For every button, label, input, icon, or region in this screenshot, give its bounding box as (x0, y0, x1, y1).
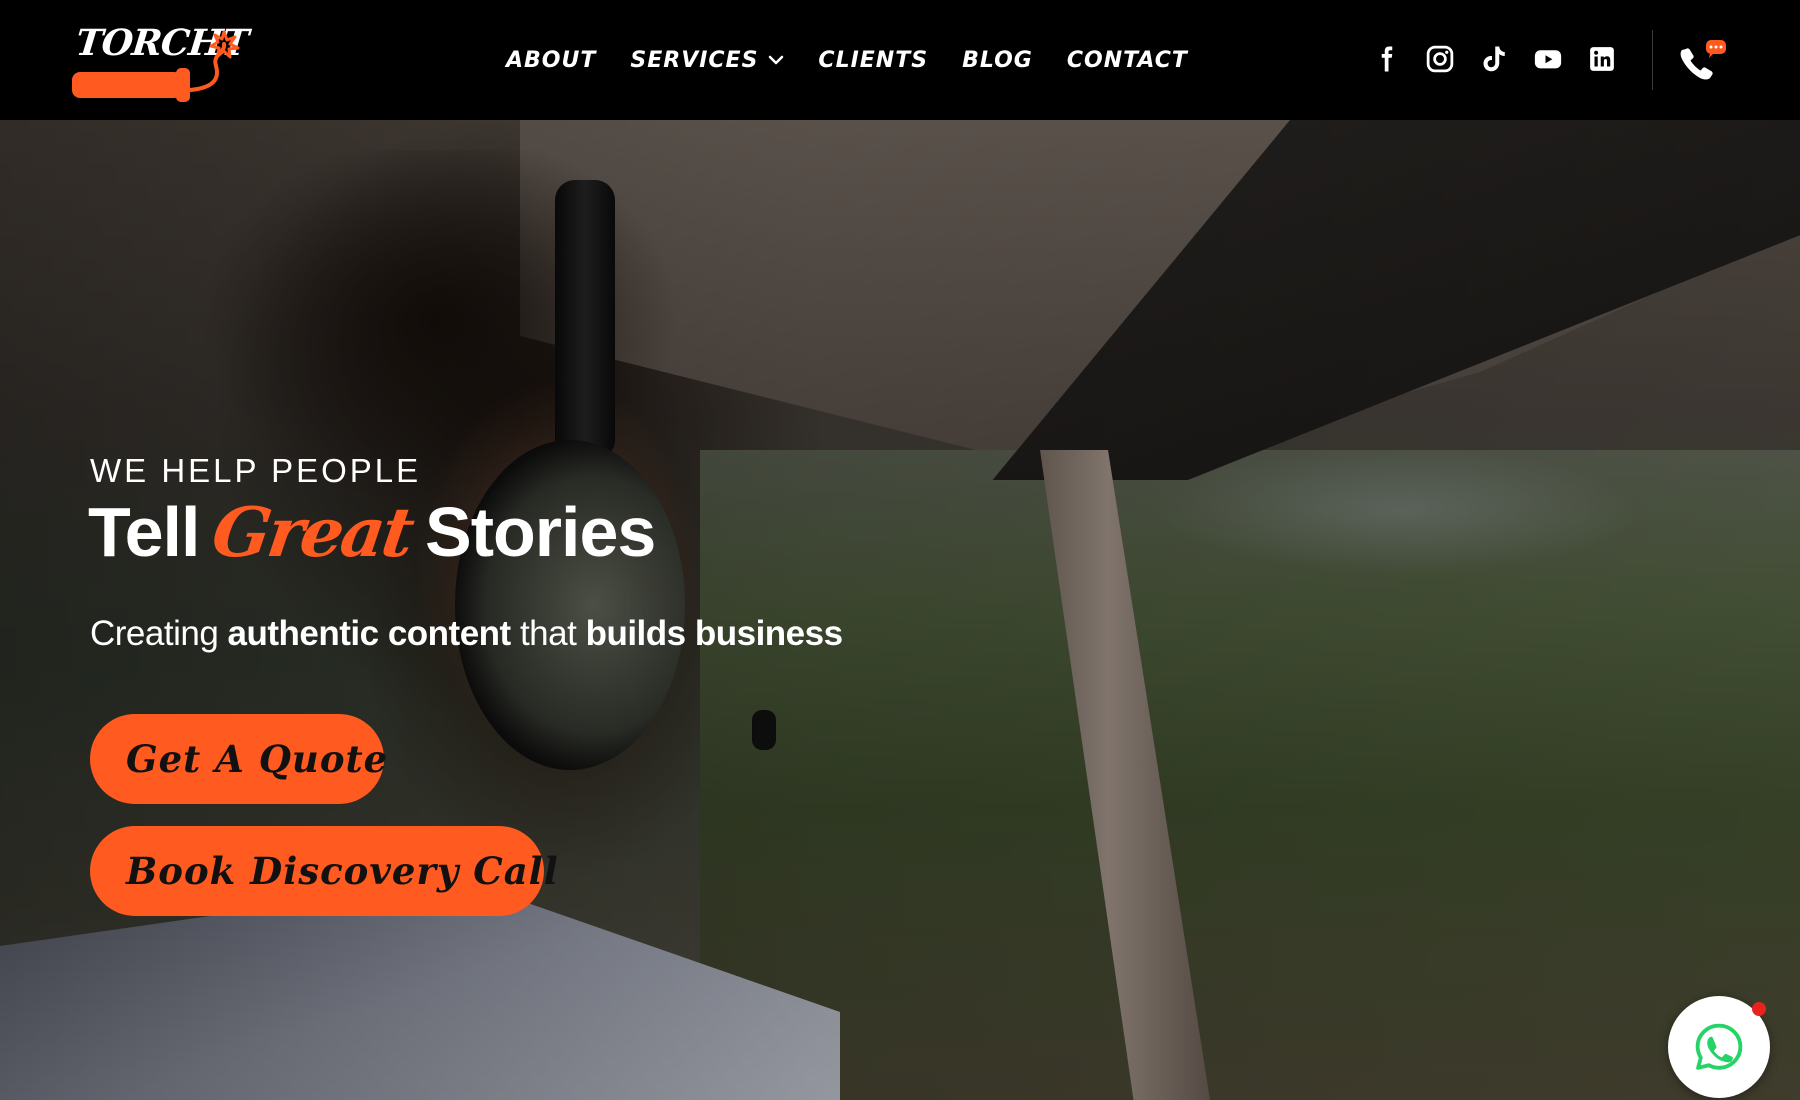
subhead-part-2: that (519, 614, 577, 653)
fuse-spark-icon (188, 30, 240, 92)
subhead-part-1: Creating (90, 614, 219, 653)
subhead-bold-2: builds business (585, 614, 844, 653)
main-nav: ABOUT SERVICES CLIENTS BLOG CONTACT (506, 42, 1188, 78)
whatsapp-icon (1695, 1023, 1743, 1070)
nav-blog-label: BLOG (962, 47, 1033, 73)
nav-about[interactable]: ABOUT (506, 48, 596, 73)
tiktok-icon[interactable] (1478, 42, 1510, 76)
headline-word-stories: Stories (425, 493, 656, 571)
nav-blog[interactable]: BLOG (962, 48, 1033, 73)
get-a-quote-button[interactable]: Get A Quote (90, 714, 387, 804)
nav-clients[interactable]: CLIENTS (818, 48, 928, 73)
dynamite-stick (72, 72, 182, 98)
linkedin-icon[interactable] (1586, 42, 1618, 76)
nav-services[interactable]: SERVICES (630, 48, 784, 73)
nav-clients-label: CLIENTS (818, 47, 929, 73)
hero-subheading: Creating authentic content that builds b… (90, 614, 843, 654)
hero-overlay (0, 120, 1800, 1100)
headline-word-tell: Tell (88, 493, 200, 571)
nav-services-label: SERVICES (630, 47, 759, 73)
subhead-bold-1: authentic content (227, 614, 512, 653)
hero-section: WE HELP PEOPLE Tell Great Stories Creati… (0, 120, 1800, 1100)
chevron-down-icon (769, 55, 784, 65)
hero-eyebrow: WE HELP PEOPLE (90, 452, 422, 489)
notification-dot (1752, 1002, 1766, 1016)
social-links (1370, 42, 1618, 76)
site-header: TORCHT ABOUT SERVICES CLIENTS BLOG CONTA… (0, 0, 1800, 120)
whatsapp-chat-button[interactable] (1668, 996, 1770, 1098)
facebook-icon[interactable] (1370, 42, 1402, 76)
headline-accent: Great (207, 493, 417, 573)
torcht-logo[interactable]: TORCHT (72, 22, 250, 104)
youtube-icon[interactable] (1532, 42, 1564, 76)
nav-contact[interactable]: CONTACT (1067, 48, 1188, 73)
hero-headline: Tell Great Stories (88, 492, 656, 573)
nav-about-label: ABOUT (506, 47, 597, 73)
nav-contact-label: CONTACT (1066, 47, 1188, 73)
header-divider (1652, 30, 1653, 90)
book-discovery-call-button[interactable]: Book Discovery Call (90, 826, 558, 916)
phone-chat-icon[interactable] (1676, 38, 1728, 82)
instagram-icon[interactable] (1424, 42, 1456, 76)
